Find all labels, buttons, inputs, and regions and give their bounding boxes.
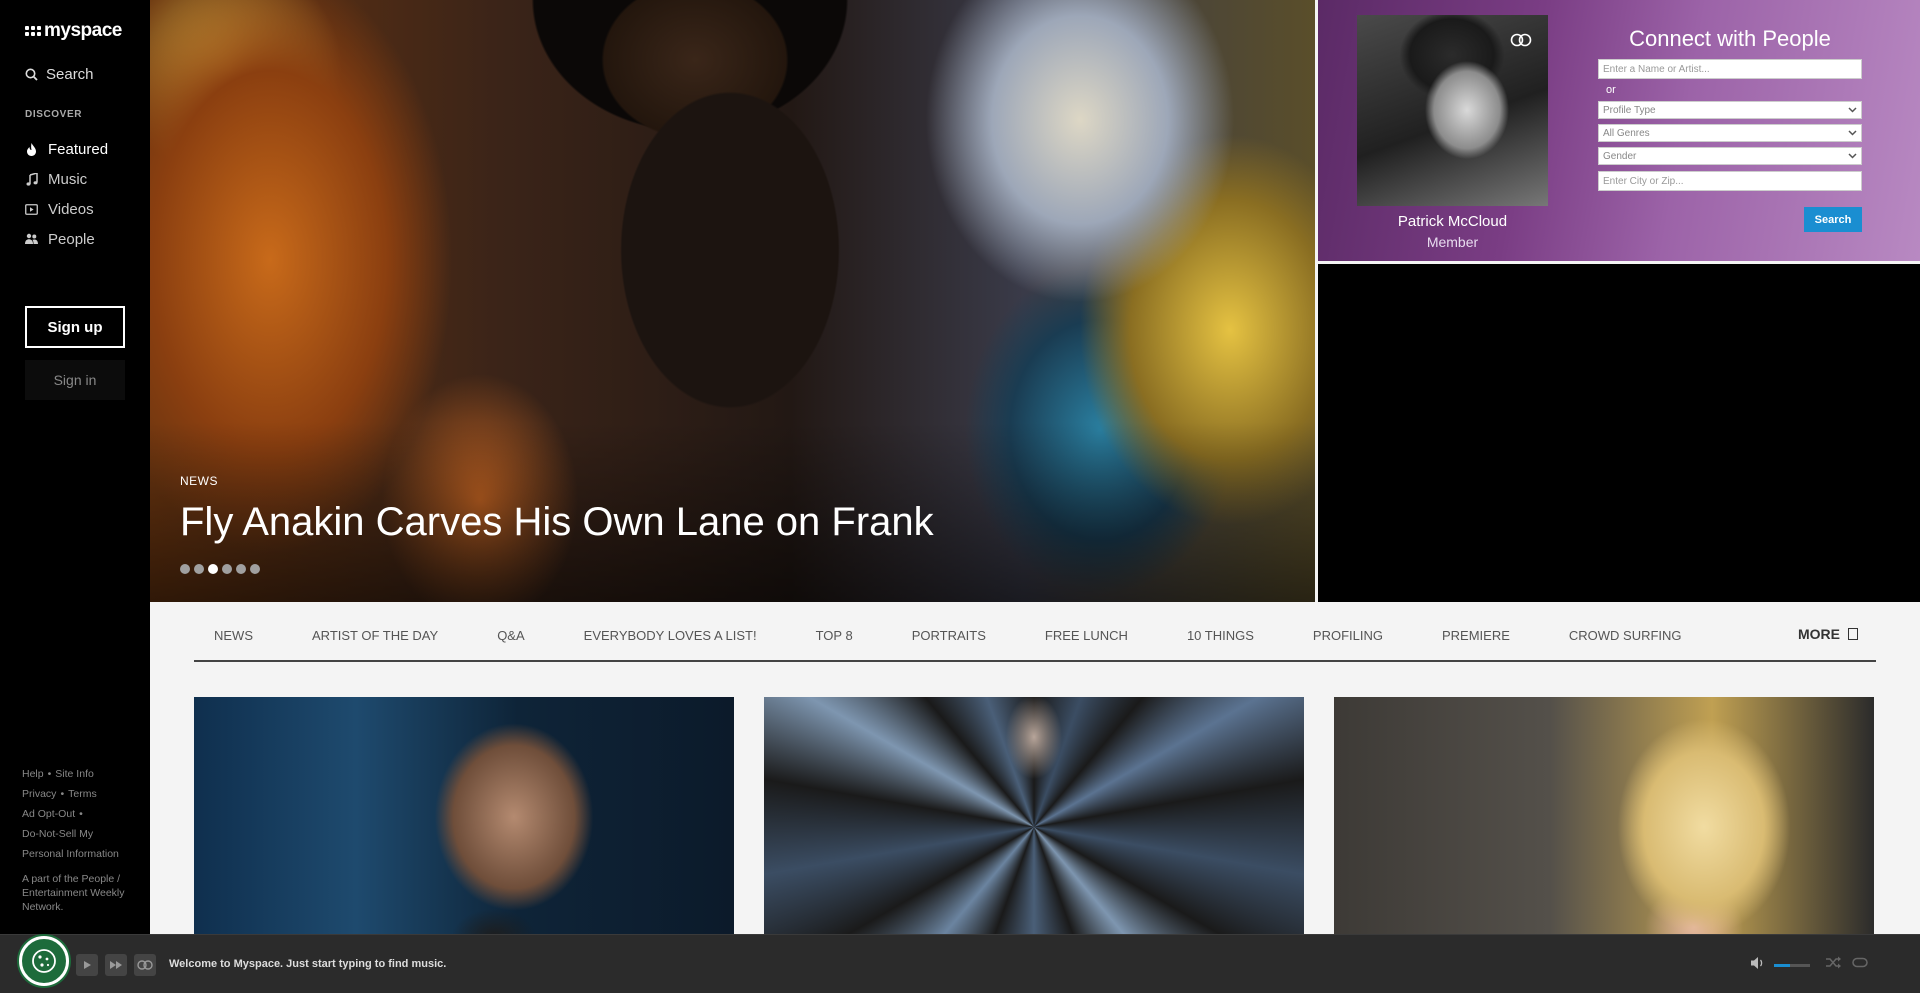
carousel-dot[interactable] [208, 564, 218, 574]
city-zip-input[interactable] [1598, 171, 1862, 191]
nav-item-label: Music [48, 170, 88, 188]
volume-button[interactable] [1750, 956, 1766, 975]
sidebar: myspace Search DISCOVER Featured Music V… [0, 0, 150, 993]
profile-role: Member [1426, 234, 1479, 250]
nav-item-people[interactable]: People [25, 224, 108, 254]
carousel-dot[interactable] [180, 564, 190, 574]
logo-mark-icon [25, 26, 41, 36]
carousel-dot[interactable] [194, 564, 204, 574]
category-tab[interactable]: EVERYBODY LOVES A LIST! [584, 628, 757, 643]
sign-in-button[interactable]: Sign in [25, 360, 125, 400]
gender-value: Gender [1603, 150, 1637, 162]
site-info-link[interactable]: Site Info [55, 768, 94, 780]
category-tab[interactable]: PROFILING [1313, 628, 1383, 643]
carousel-dot[interactable] [250, 564, 260, 574]
hero-category: NEWS [180, 474, 218, 488]
discover-heading: DISCOVER [25, 109, 83, 120]
search-icon [25, 68, 38, 81]
carousel-dot[interactable] [222, 564, 232, 574]
category-tab[interactable]: CROWD SURFING [1569, 628, 1682, 643]
chevron-down-icon [1848, 130, 1857, 136]
genre-value: All Genres [1603, 127, 1650, 139]
connect-badge-icon [1510, 33, 1532, 47]
separator-dot: • [60, 788, 65, 800]
do-not-sell-link[interactable]: Do-Not-Sell My Personal Information [22, 828, 119, 860]
hero-feature[interactable]: NEWS Fly Anakin Carves His Own Lane on F… [150, 0, 1315, 602]
category-tab[interactable]: TOP 8 [816, 628, 853, 643]
separator-dot: • [79, 808, 83, 820]
category-tab[interactable]: ARTIST OF THE DAY [312, 628, 438, 643]
article-card[interactable] [194, 697, 734, 935]
category-tab[interactable]: PREMIERE [1442, 628, 1510, 643]
profile-name[interactable]: Patrick McCloud [1357, 213, 1548, 230]
connect-title: Connect with People [1629, 26, 1831, 51]
connect-button[interactable] [134, 954, 156, 976]
music-note-icon [25, 172, 38, 186]
ad-opt-out-link[interactable]: Ad Opt-Out [22, 808, 75, 820]
nav-item-label: Featured [48, 140, 109, 158]
carousel-dot[interactable] [236, 564, 246, 574]
play-icon [83, 961, 91, 969]
nav-item-featured[interactable]: Featured [25, 134, 108, 164]
volume-slider[interactable] [1774, 964, 1810, 967]
flame-icon [25, 142, 38, 156]
logo-text: myspace [44, 20, 122, 41]
network-note: A part of the People / Entertainment Wee… [22, 873, 125, 913]
category-tab[interactable]: NEWS [214, 628, 253, 643]
category-tab[interactable]: FREE LUNCH [1045, 628, 1128, 643]
hero-title[interactable]: Fly Anakin Carves His Own Lane on Frank [180, 500, 934, 545]
terms-link[interactable]: Terms [68, 788, 97, 800]
separator-dot: • [47, 768, 52, 780]
shuffle-button[interactable] [1826, 956, 1842, 974]
profile-type-select[interactable]: Profile Type [1598, 101, 1862, 119]
cookie-icon [32, 949, 56, 973]
profile-type-value: Profile Type [1603, 104, 1656, 116]
chevron-down-icon [1848, 153, 1857, 159]
carousel-dots [180, 564, 260, 574]
chevron-down-icon [1848, 107, 1857, 113]
nav-item-label: People [48, 230, 95, 248]
help-link[interactable]: Help [22, 768, 44, 780]
article-card[interactable] [764, 697, 1304, 935]
play-button[interactable] [76, 954, 98, 976]
connect-panel: Patrick McCloud Member Connect with Peop… [1318, 0, 1920, 261]
speaker-icon [1751, 957, 1763, 969]
video-icon [25, 203, 38, 216]
sidebar-search-label: Search [46, 66, 94, 83]
more-label: MORE [1798, 626, 1840, 642]
myspace-logo[interactable]: myspace [25, 20, 122, 42]
profile-photo[interactable] [1357, 15, 1548, 206]
footer-links: Help • Site Info Privacy • Terms Ad Opt-Out •… [22, 764, 137, 864]
more-button[interactable]: MORE [1798, 626, 1858, 642]
people-icon [25, 233, 38, 246]
volume-level [1774, 964, 1791, 967]
category-tab[interactable]: PORTRAITS [912, 628, 986, 643]
connect-icon [137, 960, 153, 970]
category-tabs: NEWS ARTIST OF THE DAY Q&A EVERYBODY LOVES … [194, 610, 1876, 662]
shuffle-icon [1826, 956, 1841, 969]
repeat-icon [1852, 957, 1868, 968]
next-button[interactable] [105, 954, 127, 976]
gender-select[interactable]: Gender [1598, 147, 1862, 165]
nav-item-label: Videos [48, 200, 94, 218]
discover-nav: Featured Music Videos People [25, 134, 108, 254]
category-tab[interactable]: 10 THINGS [1187, 628, 1254, 643]
player-message: Welcome to Myspace. Just start typing to… [169, 958, 447, 970]
nav-item-videos[interactable]: Videos [25, 194, 108, 224]
sidebar-search[interactable]: Search [25, 66, 94, 83]
name-search-input[interactable] [1598, 59, 1862, 79]
genre-select[interactable]: All Genres [1598, 124, 1862, 142]
article-card[interactable] [1334, 697, 1874, 935]
category-tab[interactable]: Q&A [497, 628, 524, 643]
connect-search-button[interactable]: Search [1804, 207, 1862, 232]
or-text: or [1606, 84, 1616, 96]
sign-up-button[interactable]: Sign up [25, 306, 125, 348]
cookie-settings-button[interactable] [19, 936, 69, 986]
nav-item-music[interactable]: Music [25, 164, 108, 194]
video-player-panel[interactable] [1318, 264, 1920, 602]
more-icon [1848, 628, 1858, 640]
repeat-button[interactable] [1852, 956, 1868, 974]
fast-forward-icon [110, 961, 122, 969]
privacy-link[interactable]: Privacy [22, 788, 56, 800]
